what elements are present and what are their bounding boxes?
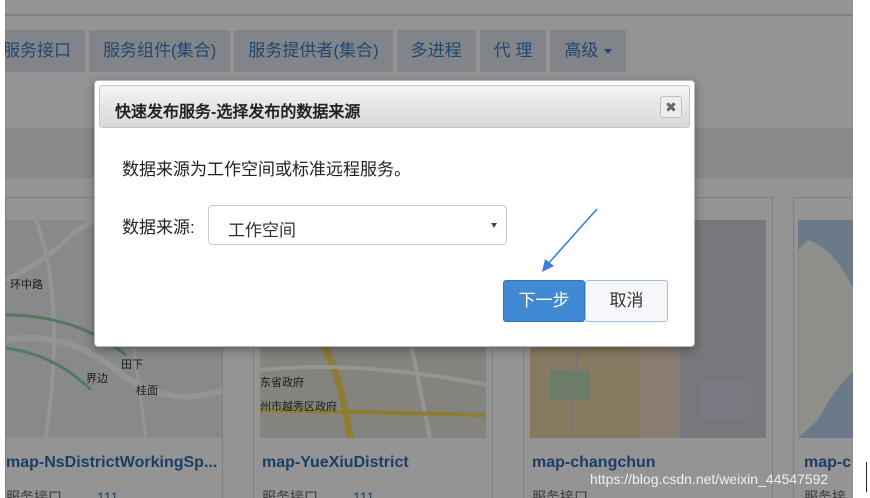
- data-source-select[interactable]: 工作空间: [208, 205, 507, 245]
- annotation-arrow-icon: [542, 208, 598, 272]
- data-source-label: 数据来源:: [122, 218, 195, 237]
- next-step-button[interactable]: 下一步: [503, 280, 585, 322]
- close-icon[interactable]: ✖: [660, 96, 682, 118]
- page: 服务接口 服务组件(集合) 服务提供者(集合) 多进程 代 理 高级 环中路 田…: [5, 0, 853, 498]
- select-value: 工作空间: [228, 221, 296, 240]
- cancel-button[interactable]: 取消: [585, 280, 668, 322]
- text-cursor-icon: [866, 462, 867, 492]
- right-margin: [853, 0, 870, 498]
- caret-down-icon: [491, 223, 497, 228]
- dialog-description: 数据来源为工作空间或标准远程服务。: [122, 160, 411, 179]
- dialog-title: 快速发布服务-选择发布的数据来源: [115, 104, 361, 121]
- watermark: https://blog.csdn.net/weixin_44547592: [590, 471, 829, 487]
- dialog-header: 快速发布服务-选择发布的数据来源 ✖: [99, 85, 690, 128]
